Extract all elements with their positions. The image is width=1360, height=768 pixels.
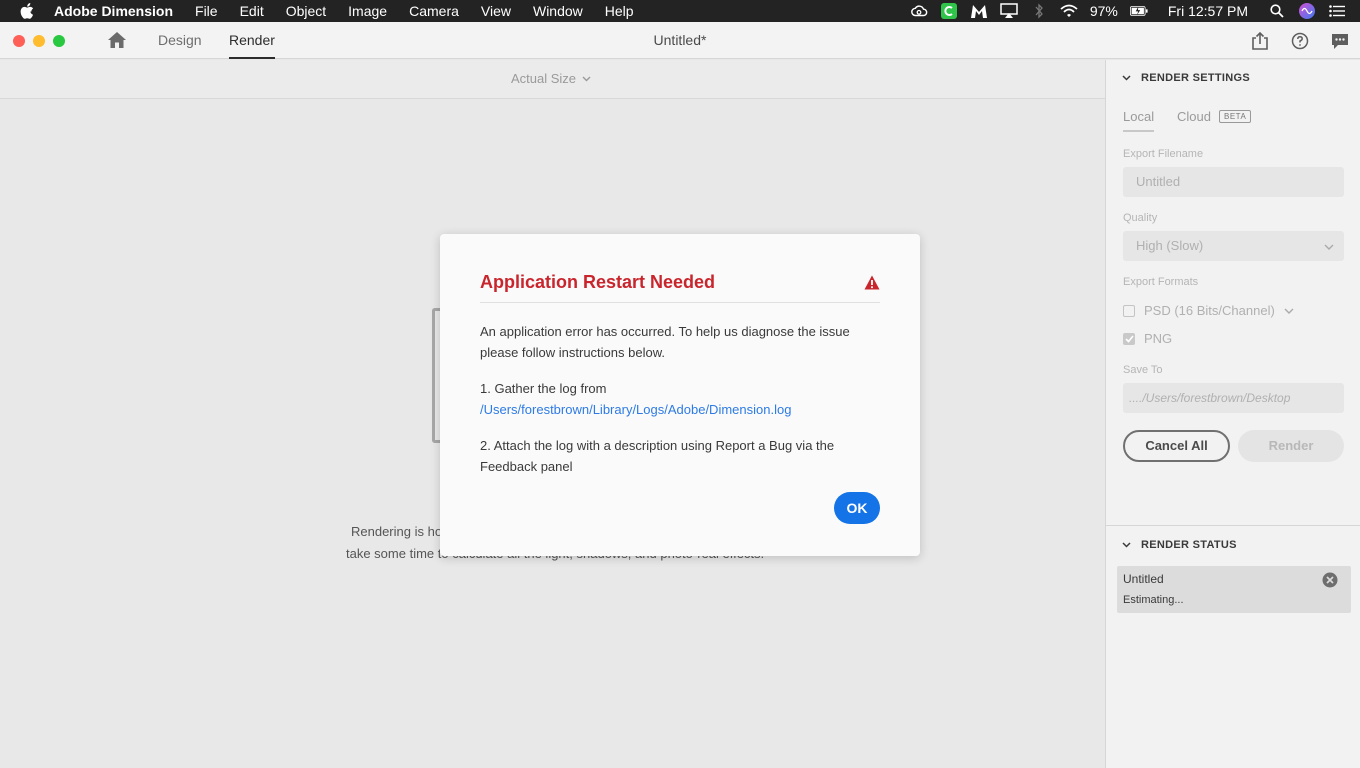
log-path-link[interactable]: /Users/forestbrown/Library/Logs/Adobe/Di…: [480, 399, 885, 420]
close-icon[interactable]: [1322, 572, 1338, 588]
wifi-icon[interactable]: [1060, 3, 1078, 19]
dialog-message: An application error has occurred. To he…: [480, 324, 850, 360]
menu-file[interactable]: File: [195, 3, 218, 19]
apple-logo-icon[interactable]: [20, 3, 36, 19]
battery-icon[interactable]: [1129, 3, 1148, 19]
help-icon[interactable]: [1290, 31, 1310, 51]
window-close-button[interactable]: [13, 35, 25, 47]
chevron-down-icon: [1122, 75, 1131, 81]
dialog-step-1: 1. Gather the log from /Users/forestbrow…: [480, 378, 885, 420]
format-png-label: PNG: [1144, 331, 1173, 346]
tab-render[interactable]: Render: [229, 22, 275, 59]
format-psd-option[interactable]: PSD (16 Bits/Channel): [1123, 303, 1294, 318]
chevron-down-icon: [1122, 542, 1131, 548]
warning-icon: [864, 275, 880, 291]
quality-value: High (Slow): [1136, 238, 1204, 253]
menu-image[interactable]: Image: [348, 3, 387, 19]
render-settings-title: RENDER SETTINGS: [1141, 72, 1251, 84]
save-to-path-field[interactable]: ..../Users/forestbrown/Desktop: [1123, 383, 1344, 413]
save-to-label: Save To: [1123, 364, 1163, 376]
png-checkbox[interactable]: [1123, 332, 1135, 345]
document-title: Untitled*: [653, 32, 707, 48]
macos-menu-bar: Adobe Dimension File Edit Object Image C…: [0, 0, 1360, 22]
chevron-down-icon: [1324, 231, 1334, 261]
tab-local[interactable]: Local: [1123, 109, 1155, 132]
render-button[interactable]: Render: [1238, 430, 1344, 462]
creative-cloud-icon[interactable]: [910, 3, 928, 19]
restart-needed-dialog: Application Restart Needed An applicatio…: [440, 234, 920, 556]
export-filename-label: Export Filename: [1123, 148, 1204, 160]
menu-window[interactable]: Window: [533, 3, 583, 19]
siri-icon[interactable]: [1298, 3, 1316, 19]
render-settings-panel: RENDER SETTINGS Local Cloud BETA Export …: [1105, 60, 1360, 768]
chevron-down-icon: [582, 76, 591, 81]
menu-camera[interactable]: Camera: [409, 3, 459, 19]
export-formats-label: Export Formats: [1123, 276, 1199, 288]
green-app-icon[interactable]: [940, 3, 958, 19]
share-icon[interactable]: [1250, 31, 1270, 51]
dialog-divider: [480, 302, 880, 303]
quality-label: Quality: [1123, 212, 1158, 224]
clock[interactable]: Fri 12:57 PM: [1168, 3, 1248, 19]
dialog-title: Application Restart Needed: [480, 272, 716, 292]
format-png-option[interactable]: PNG: [1123, 331, 1172, 346]
psd-checkbox[interactable]: [1123, 304, 1135, 317]
menu-object[interactable]: Object: [286, 3, 326, 19]
export-filename-input[interactable]: Untitled: [1123, 167, 1344, 197]
format-psd-label: PSD (16 Bits/Channel): [1144, 303, 1275, 318]
tab-design[interactable]: Design: [158, 22, 202, 59]
home-icon[interactable]: [106, 30, 128, 50]
render-status-header[interactable]: RENDER STATUS: [1122, 539, 1237, 551]
battery-percent: 97%: [1089, 3, 1118, 19]
window-minimize-button[interactable]: [33, 35, 45, 47]
quality-select[interactable]: High (Slow): [1123, 231, 1344, 261]
render-status-title: RENDER STATUS: [1141, 539, 1237, 551]
ok-button[interactable]: OK: [834, 492, 880, 524]
section-divider: [1106, 525, 1360, 526]
bluetooth-icon[interactable]: [1030, 3, 1048, 19]
canvas-toolbar: Actual Size: [0, 60, 1105, 99]
render-settings-header[interactable]: RENDER SETTINGS: [1122, 72, 1250, 84]
render-job-name: Untitled: [1123, 572, 1164, 586]
feedback-icon[interactable]: [1330, 31, 1350, 51]
app-title-bar: Design Render Untitled*: [0, 22, 1360, 59]
tab-cloud[interactable]: Cloud: [1177, 109, 1211, 124]
beta-badge: BETA: [1219, 110, 1252, 123]
step-1-text: 1. Gather the log from: [480, 381, 607, 396]
render-status-item: Untitled Estimating...: [1117, 566, 1351, 613]
checkmark-icon: [1124, 334, 1134, 343]
chevron-down-icon[interactable]: [1284, 308, 1294, 314]
airplay-icon[interactable]: [1000, 3, 1018, 19]
menu-view[interactable]: View: [481, 3, 511, 19]
menu-edit[interactable]: Edit: [240, 3, 264, 19]
spotlight-icon[interactable]: [1268, 3, 1286, 19]
zoom-dropdown[interactable]: Actual Size: [511, 71, 591, 86]
cancel-all-button[interactable]: Cancel All: [1123, 430, 1230, 462]
window-maximize-button[interactable]: [53, 35, 65, 47]
malwarebytes-icon[interactable]: [970, 3, 988, 19]
menu-app-name[interactable]: Adobe Dimension: [54, 3, 173, 19]
notification-center-icon[interactable]: [1328, 3, 1346, 19]
zoom-label: Actual Size: [511, 71, 577, 86]
menu-help[interactable]: Help: [605, 3, 634, 19]
render-job-state: Estimating...: [1123, 594, 1184, 606]
dialog-step-2: 2. Attach the log with a description usi…: [480, 438, 835, 474]
